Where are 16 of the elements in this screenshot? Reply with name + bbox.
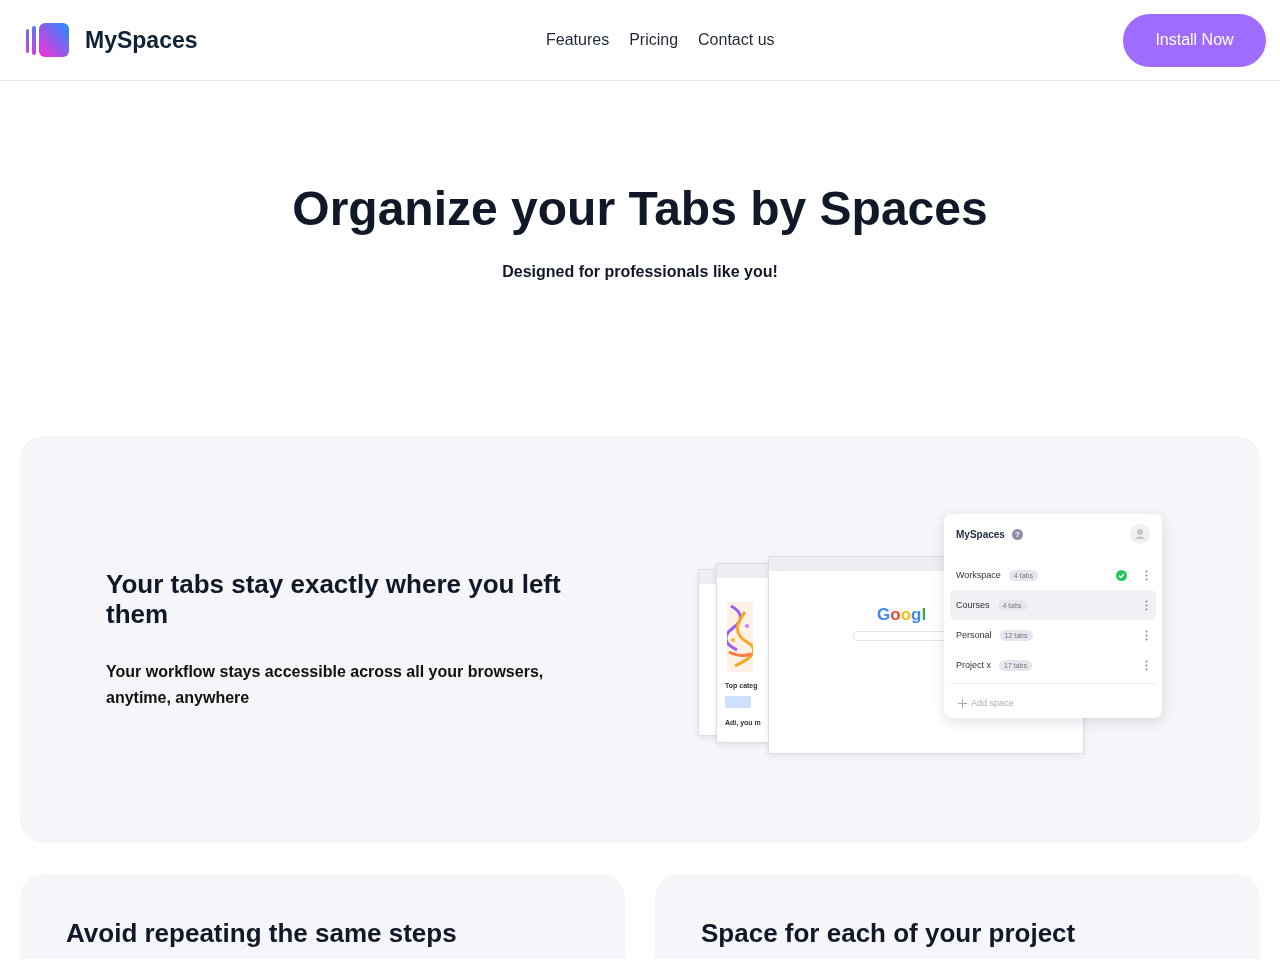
card-title: Space for each of your project	[701, 918, 1077, 949]
feature-title: Your tabs stay exactly where you left them	[106, 568, 562, 629]
popup-title: MySpaces	[956, 528, 1005, 540]
space-name: Project x	[956, 660, 991, 670]
space-name: Workspace	[956, 570, 1001, 580]
nav-link[interactable]: Pricing	[629, 31, 679, 49]
card-title: Avoid repeating the same steps	[66, 918, 458, 949]
search-logo: Googl	[877, 605, 927, 625]
hero-subtitle: Designed for professionals like you!	[502, 263, 778, 281]
space-name: Courses	[956, 600, 990, 610]
space-name: Personal	[956, 630, 992, 640]
nav-link[interactable]: Contact us	[698, 31, 775, 49]
nav-link[interactable]: Features	[546, 31, 610, 49]
hero-title: Organize your Tabs by Spaces	[292, 181, 988, 237]
feature-text: Your workflow stays accessible across all your browsers, anytime, anywhere	[106, 661, 545, 708]
brand-name: MySpaces	[85, 26, 198, 54]
